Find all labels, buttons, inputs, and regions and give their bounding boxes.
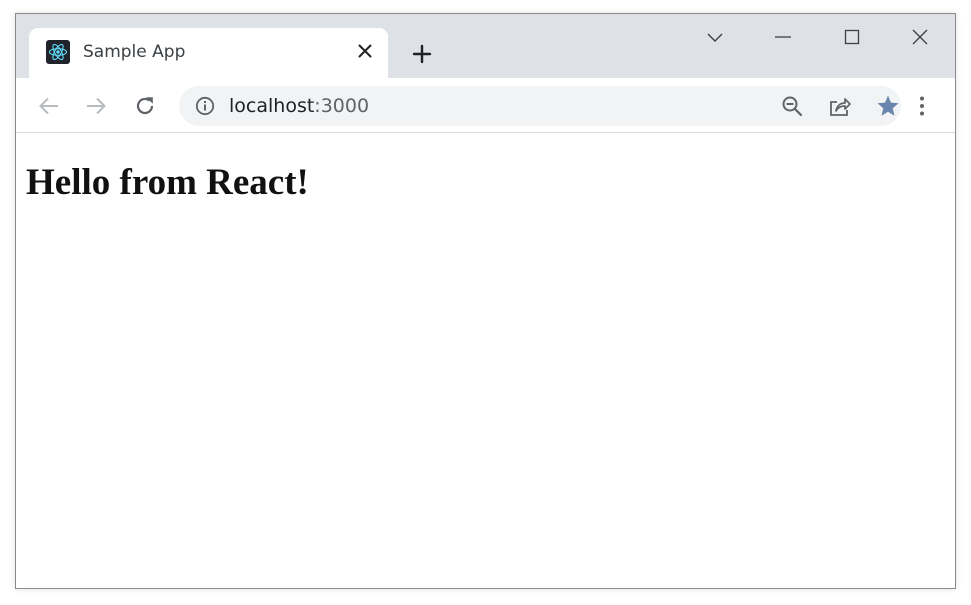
url-text[interactable]: localhost:3000 bbox=[229, 95, 369, 117]
tab-close-icon[interactable] bbox=[354, 40, 376, 62]
tab-strip: Sample App bbox=[16, 14, 955, 80]
minimize-icon[interactable] bbox=[768, 26, 798, 48]
site-info-icon[interactable] bbox=[194, 95, 216, 117]
back-arrow-icon[interactable] bbox=[36, 93, 62, 119]
kebab-menu-icon[interactable] bbox=[909, 93, 935, 119]
page-heading: Hello from React! bbox=[26, 162, 309, 203]
url-host: localhost bbox=[229, 95, 315, 117]
plus-icon[interactable] bbox=[409, 41, 435, 67]
bookmark-star-icon[interactable] bbox=[875, 94, 901, 118]
maximize-icon[interactable] bbox=[837, 26, 867, 48]
navigation-toolbar: localhost:3000 bbox=[16, 78, 955, 133]
tab-sample-app[interactable]: Sample App bbox=[29, 28, 388, 80]
reload-icon[interactable] bbox=[132, 93, 158, 119]
url-port: :3000 bbox=[314, 95, 370, 117]
tab-search-chevron-icon[interactable] bbox=[700, 26, 730, 48]
tab-title: Sample App bbox=[83, 42, 186, 62]
browser-window: Sample App localhost:3000 Hello from Rea… bbox=[15, 13, 956, 589]
zoom-out-icon[interactable] bbox=[779, 94, 805, 118]
share-icon[interactable] bbox=[827, 94, 853, 118]
forward-arrow-icon[interactable] bbox=[83, 93, 109, 119]
react-logo-icon bbox=[46, 40, 70, 64]
address-bar[interactable]: localhost:3000 bbox=[179, 86, 901, 126]
page-viewport: Hello from React! bbox=[16, 133, 955, 588]
close-window-icon[interactable] bbox=[905, 26, 935, 48]
